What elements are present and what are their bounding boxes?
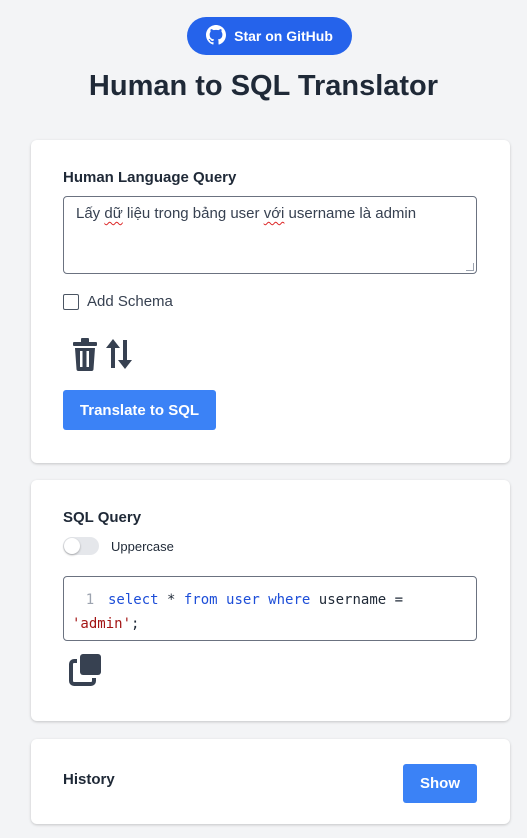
add-schema-option[interactable]: Add Schema bbox=[63, 293, 173, 310]
add-schema-label: Add Schema bbox=[87, 293, 173, 310]
uppercase-label: Uppercase bbox=[111, 538, 174, 554]
sql-code-block[interactable]: 1 select * from user where username ='adm… bbox=[63, 576, 477, 641]
resize-grip-icon[interactable] bbox=[466, 263, 474, 271]
uppercase-toggle[interactable] bbox=[63, 537, 99, 555]
github-icon bbox=[206, 24, 227, 48]
star-on-github-button[interactable]: Star on GitHub bbox=[187, 17, 352, 55]
show-history-button[interactable]: Show bbox=[403, 764, 477, 803]
translate-button[interactable]: Translate to SQL bbox=[63, 390, 216, 430]
swap-vertical-icon[interactable] bbox=[105, 337, 133, 376]
query-label: Human Language Query bbox=[63, 169, 237, 186]
history-label: History bbox=[63, 771, 115, 788]
line-number: 1 bbox=[85, 592, 95, 608]
trash-icon[interactable] bbox=[71, 337, 99, 376]
query-actions bbox=[71, 337, 133, 376]
history-card: History Show bbox=[31, 739, 510, 824]
sql-query-label: SQL Query bbox=[63, 509, 142, 526]
query-textarea[interactable]: Lấy dữ liệu trong bảng user với username… bbox=[63, 196, 477, 274]
query-input-card: Human Language Query Lấy dữ liệu trong b… bbox=[31, 140, 510, 463]
add-schema-checkbox[interactable] bbox=[63, 293, 79, 310]
sql-output-card: SQL Query Uppercase 1 select * from user … bbox=[31, 480, 510, 721]
uppercase-option[interactable]: Uppercase bbox=[63, 537, 174, 555]
github-button-label: Star on GitHub bbox=[234, 28, 333, 44]
copy-icon[interactable] bbox=[69, 652, 103, 686]
page-title: Human to SQL Translator bbox=[88, 70, 439, 102]
